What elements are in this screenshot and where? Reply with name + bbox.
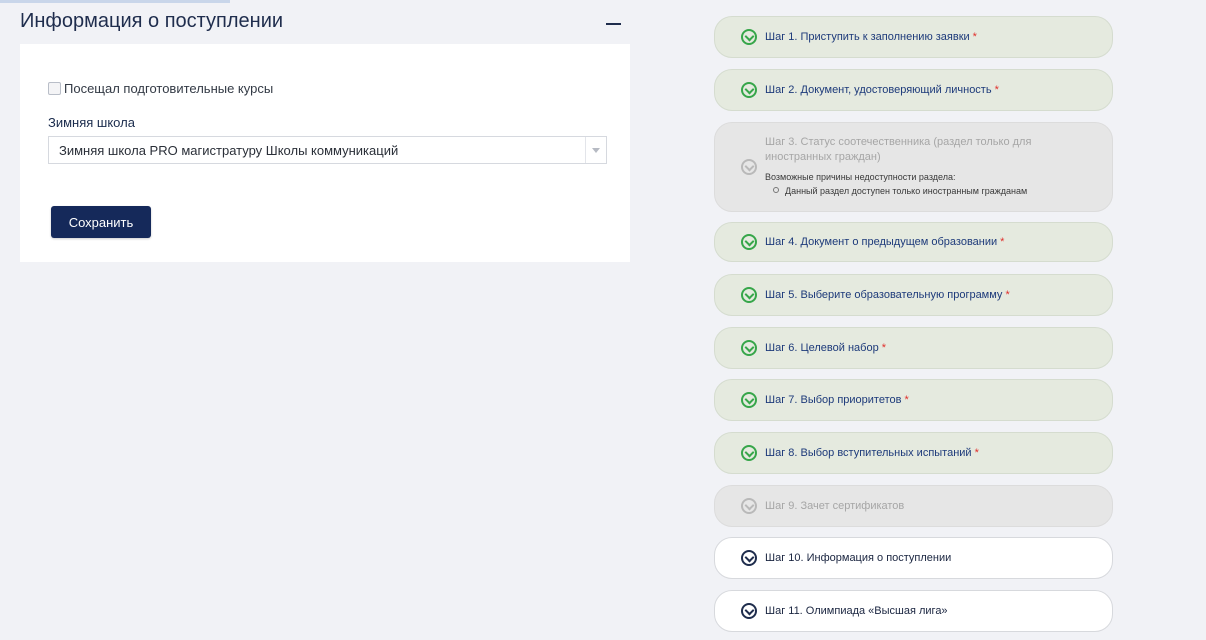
- check-circle-icon: [741, 29, 757, 45]
- check-circle-icon: [741, 159, 757, 175]
- step-2[interactable]: Шаг 2. Документ, удостоверяющий личность…: [714, 69, 1113, 111]
- step-6-label: Шаг 6. Целевой набор *: [765, 342, 886, 354]
- collapse-minus-icon[interactable]: [604, 6, 624, 36]
- top-progress-strip: [0, 0, 230, 3]
- step-9-label: Шаг 9. Зачет сертификатов: [765, 500, 905, 512]
- bullet-icon: [773, 187, 779, 193]
- required-mark: *: [904, 394, 909, 406]
- required-mark: *: [972, 31, 977, 43]
- required-mark: *: [994, 84, 999, 96]
- check-circle-icon: [741, 498, 757, 514]
- step-7-label: Шаг 7. Выбор приоритетов *: [765, 394, 909, 406]
- step-2-label: Шаг 2. Документ, удостоверяющий личность…: [765, 84, 999, 96]
- check-circle-icon: [741, 234, 757, 250]
- step-3: Шаг 3. Статус соотечественника (раздел т…: [714, 122, 1113, 212]
- save-button[interactable]: Сохранить: [51, 206, 151, 238]
- step-6[interactable]: Шаг 6. Целевой набор *: [714, 327, 1113, 369]
- step-8[interactable]: Шаг 8. Выбор вступительных испытаний *: [714, 432, 1113, 474]
- check-circle-icon: [741, 340, 757, 356]
- step-7[interactable]: Шаг 7. Выбор приоритетов *: [714, 379, 1113, 421]
- required-mark: *: [974, 447, 979, 459]
- chevron-down-icon[interactable]: [585, 137, 606, 163]
- required-mark: *: [881, 342, 886, 354]
- step-10[interactable]: Шаг 10. Информация о поступлении: [714, 537, 1113, 579]
- step-3-label: Шаг 3. Статус соотечественника (раздел т…: [765, 136, 1032, 163]
- check-circle-icon: [741, 445, 757, 461]
- step-3-note-item: Данный раздел доступен только иностранны…: [773, 186, 1027, 196]
- step-5-label: Шаг 5. Выберите образовательную программ…: [765, 289, 1010, 301]
- check-circle-icon: [741, 392, 757, 408]
- courses-checkbox[interactable]: [48, 82, 61, 95]
- step-11-label: Шаг 11. Олимпиада «Высшая лига»: [765, 605, 948, 617]
- check-circle-icon: [741, 82, 757, 98]
- page-title: Информация о поступлении: [20, 10, 284, 32]
- check-circle-icon: [741, 287, 757, 303]
- step-5[interactable]: Шаг 5. Выберите образовательную программ…: [714, 274, 1113, 316]
- section-header: Информация о поступлении: [20, 6, 630, 42]
- check-circle-icon: [741, 603, 757, 619]
- step-1[interactable]: Шаг 1. Приступить к заполнению заявки *: [714, 16, 1113, 58]
- step-1-label: Шаг 1. Приступить к заполнению заявки *: [765, 31, 977, 43]
- required-mark: *: [1005, 289, 1010, 301]
- step-8-label: Шаг 8. Выбор вступительных испытаний *: [765, 447, 979, 459]
- step-4-label: Шаг 4. Документ о предыдущем образовании…: [765, 236, 1005, 248]
- winter-school-value: Зимняя школа PRO магистратуру Школы комм…: [59, 143, 399, 158]
- required-mark: *: [1000, 236, 1005, 248]
- step-3-note-title: Возможные причины недоступности раздела:: [765, 172, 956, 182]
- check-circle-icon: [741, 550, 757, 566]
- courses-checkbox-row[interactable]: Посещал подготовительные курсы: [48, 81, 273, 96]
- courses-checkbox-label[interactable]: Посещал подготовительные курсы: [64, 81, 273, 96]
- step-10-label: Шаг 10. Информация о поступлении: [765, 552, 952, 564]
- winter-school-label: Зимняя школа: [48, 115, 135, 130]
- step-4[interactable]: Шаг 4. Документ о предыдущем образовании…: [714, 222, 1113, 262]
- step-11[interactable]: Шаг 11. Олимпиада «Высшая лига»: [714, 590, 1113, 632]
- form-card: Посещал подготовительные курсы Зимняя шк…: [20, 44, 630, 262]
- step-9: Шаг 9. Зачет сертификатов: [714, 485, 1113, 527]
- winter-school-select[interactable]: Зимняя школа PRO магистратуру Школы комм…: [48, 136, 607, 164]
